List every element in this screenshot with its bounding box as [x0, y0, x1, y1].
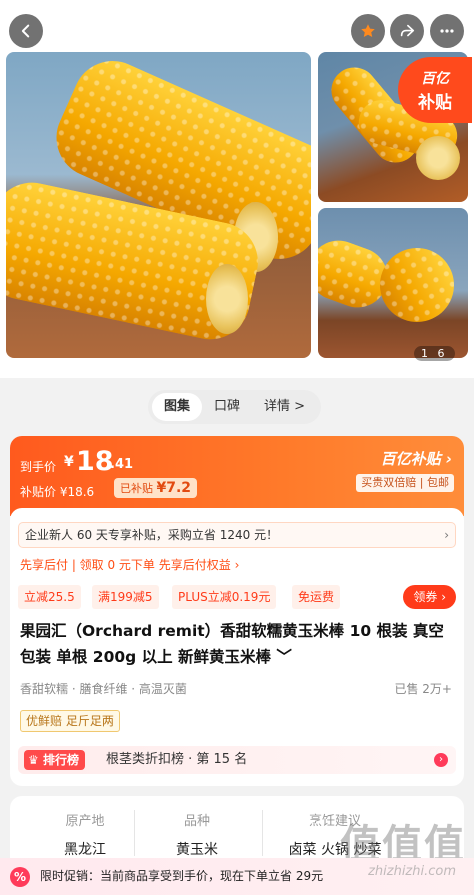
chevron-right-icon: › [434, 753, 448, 767]
enterprise-promo-bar[interactable]: 企业新人 60 天专享补贴，采购立省 1240 元！ › [18, 522, 456, 548]
promo-notice-text: 限时促销：当前商品享受到手价，现在下单立省 29元 [40, 869, 324, 883]
favorite-button[interactable] [351, 14, 385, 48]
coupon-spend-threshold[interactable]: 满199减5 [92, 585, 159, 609]
subsidy-badge-line1: 百亿 [421, 70, 449, 87]
ranking-bar[interactable]: ♛ 排行榜 根茎类折扣榜 · 第 15 名 › [18, 746, 456, 774]
chevron-right-icon: › [444, 528, 449, 542]
trophy-icon: ♛ [28, 753, 39, 767]
spec-variety: 品种 黄玉米 [122, 810, 272, 859]
thumbnail-image-2[interactable] [318, 208, 468, 358]
subsidized-prefix: 已补贴 [120, 482, 157, 495]
subsidized-value: ¥7.2 [156, 480, 192, 496]
main-product-image[interactable] [6, 52, 311, 358]
product-title[interactable]: 果园汇（Orchard remit）香甜软糯黄玉米棒 10 根装 真空包装 单根… [20, 618, 456, 670]
ranking-text: 根茎类折扣榜 · 第 15 名 [106, 752, 248, 767]
watermark-url: zhizhizhi.com [368, 864, 456, 879]
subsidy-price: 补贴价 ¥18.6 [20, 485, 95, 499]
claim-coupon-button[interactable]: 领券 › [403, 585, 456, 609]
guarantee-tag: 买贵双倍赔 | 包邮 [356, 474, 454, 492]
corn-cob-end [206, 264, 248, 334]
coupon-instant-discount[interactable]: 立减25.5 [18, 585, 81, 609]
star-icon [361, 24, 375, 38]
subsidy-badge-line2: 补贴 [418, 92, 452, 113]
more-button[interactable] [430, 14, 464, 48]
subsidy-program-link[interactable]: 百亿补贴 › [381, 448, 452, 469]
final-price-integer: 18 [76, 446, 114, 477]
corn-cob-end [416, 136, 460, 180]
percent-icon: % [10, 867, 30, 887]
image-gallery: 百亿 补贴 1 6 [0, 0, 474, 378]
page-indicator: 1 6 [414, 346, 455, 361]
media-tabs: 图集 口碑 详情 > [148, 390, 322, 424]
tab-gallery[interactable]: 图集 [152, 393, 203, 421]
coupon-row: 立减25.5 满199减5 PLUS立减0.19元 免运费 领券 › [18, 585, 456, 609]
final-price-decimal: .41 [110, 457, 134, 472]
share-button[interactable] [390, 14, 424, 48]
subsidy-badge: 百亿 补贴 [398, 57, 472, 123]
final-price-label: 到手价 [20, 460, 57, 474]
spec-value: 黄玉米 [176, 842, 218, 858]
ranking-badge: ♛ 排行榜 [24, 750, 85, 770]
enterprise-promo-text: 企业新人 60 天专享补贴，采购立省 1240 元！ [25, 528, 279, 542]
subsidized-amount-chip: 已补贴 ¥7.2 [114, 478, 198, 498]
product-info-card: 企业新人 60 天专享补贴，采购立省 1240 元！ › 先享后付 | 领取 0… [10, 508, 464, 786]
coupon-free-shipping[interactable]: 免运费 [292, 585, 341, 609]
back-button[interactable] [9, 14, 43, 48]
corn-cob [366, 234, 468, 336]
more-dots-icon [440, 29, 454, 33]
share-icon [400, 24, 415, 37]
currency-symbol: ¥ [64, 454, 74, 470]
price-banner: 到手价 ¥ 18 .41 补贴价 ¥18.6 已补贴 ¥7.2 百亿补贴 › 买… [10, 436, 464, 516]
chevron-left-icon [21, 24, 30, 38]
product-attributes: 香甜软糯 · 膳食纤维 · 高温灭菌 [20, 682, 187, 696]
coupon-plus-discount[interactable]: PLUS立减0.19元 [172, 585, 277, 609]
tab-details[interactable]: 详情 > [252, 393, 317, 421]
spec-key: 品种 [183, 814, 210, 829]
ranking-badge-label: 排行榜 [42, 753, 79, 767]
sold-count: 已售 2万+ [394, 682, 452, 696]
pay-later-link[interactable]: 先享后付 | 领取 0 元下单 先享后付权益 › [20, 556, 239, 573]
tab-reviews[interactable]: 口碑 [202, 393, 252, 421]
service-tags[interactable]: 优鲜赔 足斤足两 [20, 710, 120, 732]
